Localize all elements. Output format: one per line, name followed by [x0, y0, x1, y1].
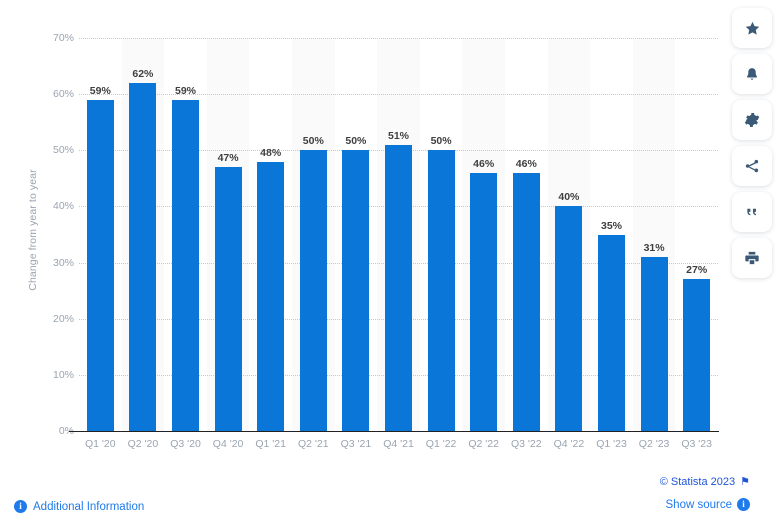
star-icon[interactable] [732, 8, 772, 48]
bar-value-label: 50% [302, 135, 324, 148]
bar[interactable] [470, 172, 498, 431]
bar[interactable] [512, 172, 540, 431]
y-tick-label: 60% [52, 88, 74, 101]
bar-value-label: 46% [473, 157, 495, 170]
y-tick-label: 20% [52, 312, 74, 325]
bar-value-label: 59% [174, 84, 196, 97]
y-tick-label: 30% [52, 256, 74, 269]
bar-value-label: 46% [515, 157, 537, 170]
bell-icon[interactable] [732, 54, 772, 94]
show-source-link[interactable]: Show source i [666, 498, 750, 511]
statista-chart-page: Change from year to year 0% 10% 20% 30% 40% 5… [0, 0, 776, 522]
action-sidebar [728, 8, 776, 278]
bar-value-label: 35% [600, 219, 622, 232]
info-icon: i [737, 498, 750, 511]
y-tick-label: 50% [52, 144, 74, 157]
bar-value-label: 51% [387, 129, 409, 142]
y-tick-label: 0% [58, 425, 74, 437]
gridline [79, 38, 718, 39]
print-icon[interactable] [732, 238, 772, 278]
y-tick-label: 10% [52, 368, 74, 381]
additional-information-link[interactable]: i Additional Information [14, 500, 144, 513]
bar-value-label: 48% [260, 146, 282, 159]
bar-value-label: 31% [643, 241, 665, 254]
bar-value-label: 62% [132, 67, 154, 80]
bar[interactable] [299, 150, 327, 431]
x-axis-line [69, 431, 719, 432]
bar-value-label: 50% [430, 135, 452, 148]
info-icon: i [14, 500, 27, 513]
x-axis-ticks: Q1 '20 Q2 '20 Q3 '20 Q4 '20 Q1 '21 Q2 '21 Q3 '… [0, 438, 728, 458]
bar-value-label: 47% [217, 152, 239, 165]
bar-value-label: 40% [558, 191, 580, 204]
y-axis-ticks: 0% 10% 20% 30% 40% 50% 60% 70% [30, 0, 74, 470]
bar[interactable] [129, 82, 157, 431]
bar[interactable] [640, 256, 668, 431]
show-source-label: Show source [665, 498, 732, 511]
y-tick-label: 70% [52, 32, 74, 44]
bar[interactable] [257, 161, 285, 431]
y-tick-label: 40% [52, 200, 74, 213]
bar[interactable] [427, 150, 455, 431]
plot-area: 59% 62% 59% 47% 48% 50% 50% 51% 50% 46% 46% 40% 35% 3… [79, 38, 718, 431]
bar[interactable] [214, 167, 242, 431]
x-tick-label: Q3 '23 [681, 438, 712, 450]
bar-value-label: 59% [89, 84, 111, 97]
bar[interactable] [555, 206, 583, 431]
bar-value-label: 50% [345, 135, 367, 148]
bar[interactable] [385, 144, 412, 431]
footer: i Additional Information © Statista 2023… [0, 470, 776, 522]
bar[interactable] [342, 150, 370, 431]
bar[interactable] [598, 234, 625, 431]
quote-icon[interactable] [732, 192, 772, 232]
copyright: © Statista 2023 ⚑ [660, 476, 750, 488]
bar[interactable] [683, 279, 711, 431]
bar[interactable] [86, 99, 114, 431]
bar-value-label: 27% [686, 264, 708, 277]
additional-information-label: Additional Information [33, 500, 145, 513]
copyright-label: © Statista 2023 [659, 476, 736, 488]
share-icon[interactable] [732, 146, 772, 186]
flag-icon: ⚑ [740, 475, 750, 488]
bar[interactable] [172, 99, 199, 431]
chart-area: Change from year to year 0% 10% 20% 30% 40% 5… [0, 0, 728, 470]
gear-icon[interactable] [732, 100, 772, 140]
